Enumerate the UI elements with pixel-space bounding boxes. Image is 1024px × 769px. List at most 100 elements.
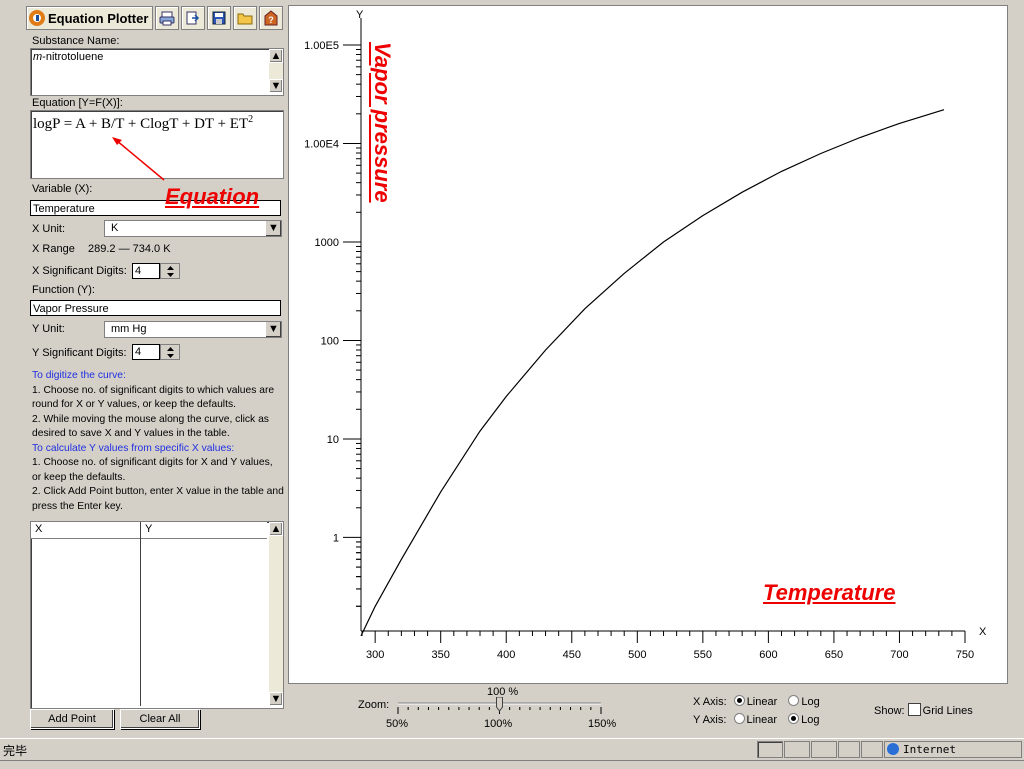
zoom-max: 150% xyxy=(588,718,617,730)
x-tick-label: 350 xyxy=(432,649,450,661)
checkbox-icon[interactable] xyxy=(907,703,921,716)
radio-selected-icon[interactable] xyxy=(733,695,745,706)
x-sig-spinner[interactable]: 4 xyxy=(132,263,180,279)
instructions-heading-calculate: To calculate Y values from specific X va… xyxy=(32,442,235,454)
table-scrollbar[interactable]: ▲ ▼ xyxy=(269,522,283,706)
x-axis-name: X xyxy=(979,626,987,638)
show-group: Show: Grid Lines xyxy=(874,703,973,717)
column-divider xyxy=(140,522,141,706)
instructions-step: 1. Choose no. of significant digits to w… xyxy=(32,384,275,411)
y-axis-log-radio[interactable]: Log xyxy=(788,713,820,726)
y-tick-label: 1000 xyxy=(315,237,339,249)
y-axis-name: Y xyxy=(356,9,364,21)
open-folder-icon xyxy=(237,13,253,25)
x-tick-label: 300 xyxy=(366,649,384,661)
scroll-down-icon[interactable]: ▼ xyxy=(269,692,283,706)
print-button[interactable] xyxy=(155,6,180,30)
substance-name: -nitrotoluene xyxy=(42,51,104,63)
table-col-y[interactable]: Y xyxy=(145,523,152,535)
svg-text:?: ? xyxy=(269,15,275,25)
status-bar: 完毕 Internet xyxy=(0,738,1024,759)
variable-label: Variable (X): xyxy=(32,183,93,195)
chevron-down-icon[interactable]: ▼ xyxy=(265,322,281,337)
clear-all-button[interactable]: Clear All xyxy=(120,709,200,729)
chevron-down-icon[interactable]: ▼ xyxy=(265,221,281,236)
x-sig-label: X Significant Digits: xyxy=(32,265,127,277)
save-button[interactable] xyxy=(207,6,232,30)
spin-up-icon[interactable] xyxy=(161,345,179,352)
zoom-slider-thumb[interactable] xyxy=(496,697,503,712)
x-tick-label: 700 xyxy=(890,649,908,661)
x-tick-label: 450 xyxy=(563,649,581,661)
vapor-pressure-annotation: Vapor pressure xyxy=(370,42,395,203)
zoom-mid: 100% xyxy=(484,718,513,730)
add-point-button[interactable]: Add Point xyxy=(30,709,114,729)
annotation-arrow xyxy=(112,137,165,181)
instructions-step: 2. Click Add Point button, enter X value… xyxy=(32,486,284,512)
status-pane xyxy=(861,741,883,758)
function-input[interactable]: Vapor Pressure xyxy=(30,300,281,316)
x-unit-select[interactable]: K ▼ xyxy=(104,220,282,237)
scroll-up-icon[interactable]: ▲ xyxy=(269,49,283,63)
y-tick-label: 1.00E5 xyxy=(304,40,339,52)
substance-input[interactable]: m-nitrotoluene ▲ ▼ xyxy=(30,48,284,96)
radio-icon[interactable] xyxy=(788,695,800,706)
temperature-annotation: Temperature xyxy=(763,580,896,605)
x-tick-label: 600 xyxy=(759,649,777,661)
app-logo-icon xyxy=(29,10,45,26)
x-range-label: X Range xyxy=(32,243,75,255)
x-unit-value: K xyxy=(111,222,119,234)
substance-prefix: m xyxy=(33,51,43,63)
substance-label: Substance Name: xyxy=(32,35,120,47)
y-axis-scale-group: Y Axis: Linear Log xyxy=(693,713,820,726)
x-range-value: 289.2 — 734.0 K xyxy=(88,243,171,255)
export-button[interactable] xyxy=(181,6,206,30)
plot-area[interactable]: 1 10 100 1000 1.00E4 1.00E5 300 350 400 450 500 55… xyxy=(288,5,1008,684)
y-axis-linear-radio[interactable]: Linear xyxy=(733,713,777,726)
table-header: X Y xyxy=(31,522,267,539)
zoom-min: 50% xyxy=(386,718,409,730)
status-pane xyxy=(784,741,810,758)
x-axis-linear-radio[interactable]: Linear xyxy=(733,695,777,708)
grid-lines-checkbox[interactable]: Grid Lines xyxy=(907,703,973,717)
x-tick-label: 550 xyxy=(694,649,712,661)
x-tick-label: 650 xyxy=(825,649,843,661)
y-sig-label: Y Significant Digits: xyxy=(32,347,127,359)
x-tick-label: 400 xyxy=(497,649,515,661)
x-axis-scale-group: X Axis: Linear Log xyxy=(693,695,820,708)
xy-table[interactable]: X Y ▲ ▼ xyxy=(30,521,284,709)
radio-icon[interactable] xyxy=(733,713,745,724)
y-tick-label: 10 xyxy=(327,434,339,446)
open-button[interactable] xyxy=(233,6,258,30)
spin-down-icon[interactable] xyxy=(161,352,179,359)
y-axis-scale-label: Y Axis: xyxy=(693,714,727,726)
show-label: Show: xyxy=(874,705,905,717)
globe-icon xyxy=(887,743,899,755)
instructions-heading-digitize: To digitize the curve: xyxy=(32,370,126,381)
zone-indicator: Internet xyxy=(884,741,1022,758)
status-text: 完毕 xyxy=(3,744,28,758)
y-unit-select[interactable]: mm Hg ▼ xyxy=(104,321,282,338)
x-sig-value[interactable]: 4 xyxy=(132,263,160,279)
substance-scrollbar[interactable]: ▲ ▼ xyxy=(269,49,283,93)
y-tick-label: 100 xyxy=(321,335,339,347)
radio-selected-icon[interactable] xyxy=(788,713,800,724)
zoom-slider[interactable] xyxy=(396,697,606,717)
instructions: To digitize the curve: 1. Choose no. of … xyxy=(32,369,284,514)
series-curve[interactable] xyxy=(360,109,945,637)
y-sig-spinner[interactable]: 4 xyxy=(132,344,180,360)
scroll-up-icon[interactable]: ▲ xyxy=(269,522,283,536)
toolbar: Equation Plotter ? xyxy=(26,6,284,30)
help-button[interactable]: ? xyxy=(259,6,284,30)
table-col-x[interactable]: X xyxy=(35,523,42,535)
equation-superscript: 2 xyxy=(248,114,254,125)
y-sig-value[interactable]: 4 xyxy=(132,344,160,360)
scroll-down-icon[interactable]: ▼ xyxy=(269,79,283,93)
spin-down-icon[interactable] xyxy=(161,271,179,278)
chart[interactable]: 1 10 100 1000 1.00E4 1.00E5 300 350 400 450 500 55… xyxy=(289,6,1007,683)
app-title-button[interactable]: Equation Plotter xyxy=(26,6,154,30)
x-tick-label: 500 xyxy=(628,649,646,661)
spin-up-icon[interactable] xyxy=(161,264,179,271)
y-unit-value: mm Hg xyxy=(111,323,147,335)
x-axis-log-radio[interactable]: Log xyxy=(788,695,820,708)
